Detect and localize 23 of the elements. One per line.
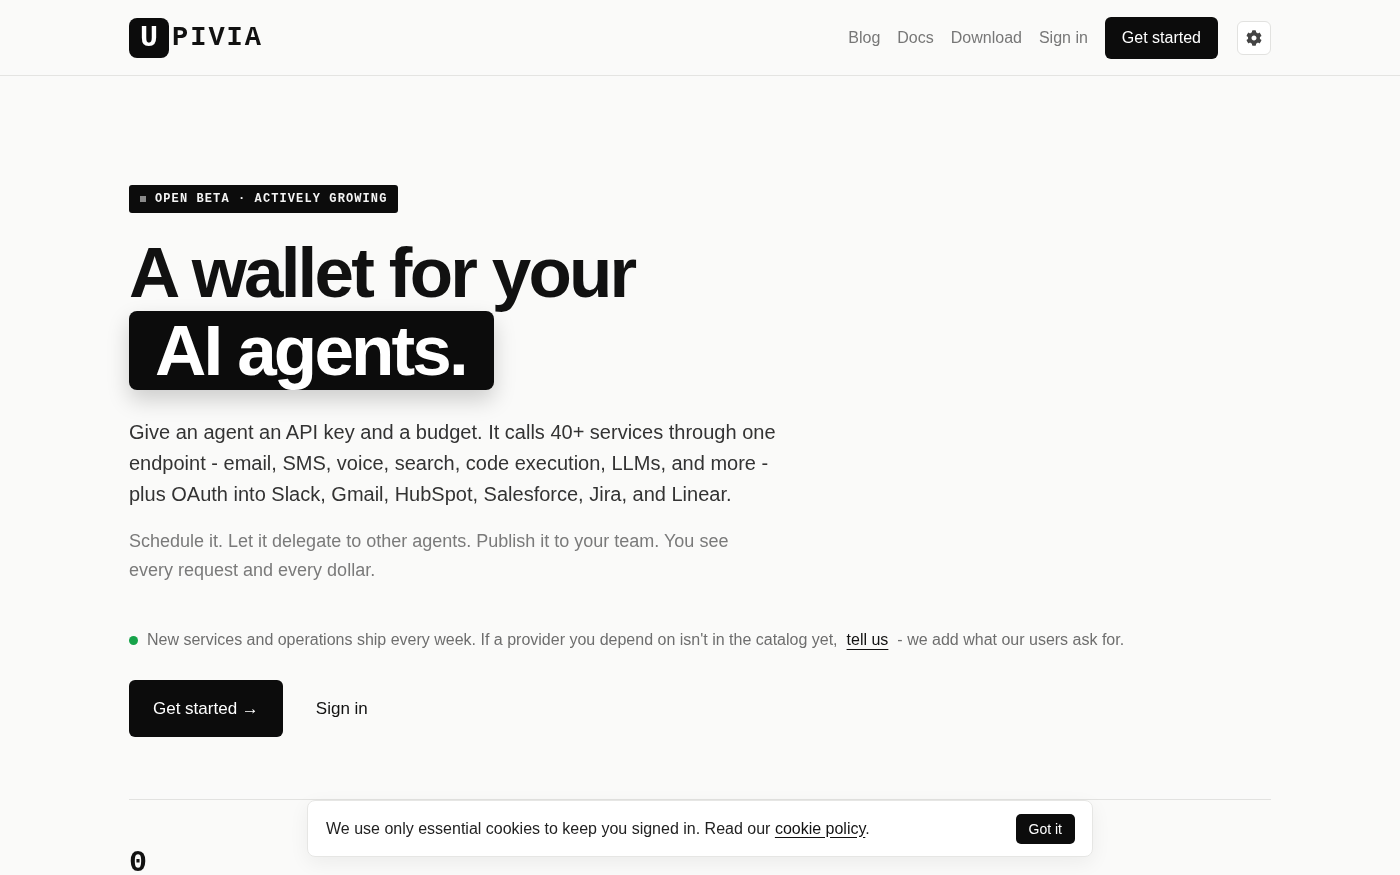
got-it-button[interactable]: Got it (1015, 813, 1075, 844)
theme-toggle-button[interactable] (1237, 20, 1271, 55)
square-icon (140, 196, 146, 202)
tell-us-link[interactable]: tell us (846, 631, 889, 648)
cookie-text: We use only essential cookies to keep you signed in. Read our cookie policy. (326, 819, 870, 838)
nav-link[interactable]: Sign in (1038, 28, 1088, 47)
badge-text: OPEN BETA · ACTIVELY GROWING (155, 192, 388, 206)
get-started-button[interactable]: Get started → (129, 680, 283, 737)
notice-text: New services and operations ship every week. If a provider you depend on isn't in the catalog yet, tell us - we add what our users ask for. (147, 630, 1125, 650)
cookie-policy-link[interactable]: cookie policy (774, 819, 866, 837)
sub-paragraph: Schedule it. Let it delegate to other agents. Publish it to your team. You see every request and every dollar. (129, 530, 730, 582)
lead-paragraph: Give an agent an API key and a budget. It calls 40+ services through one endpoint - email, SMS, voice, search, code execution, LLMs, and more - plus OAuth into Slack, Gmail, HubSpot, Salesforce, Jira, and Linear. (129, 420, 777, 507)
logo[interactable]: U PIVIA (129, 17, 263, 58)
headline: A wallet for your (129, 235, 635, 311)
headline-highlight: AI agents. (129, 311, 494, 390)
nav-link[interactable]: Blog (848, 28, 881, 47)
sign-in-button[interactable]: Sign in (291, 680, 392, 737)
get-started-button[interactable]: Get started (1104, 16, 1218, 59)
status-dot-icon (129, 635, 138, 645)
nav-link[interactable]: Docs (897, 28, 934, 47)
stat-value: 0 (129, 846, 147, 875)
gear-icon (1246, 29, 1262, 46)
nav-link[interactable]: Download (950, 28, 1022, 47)
